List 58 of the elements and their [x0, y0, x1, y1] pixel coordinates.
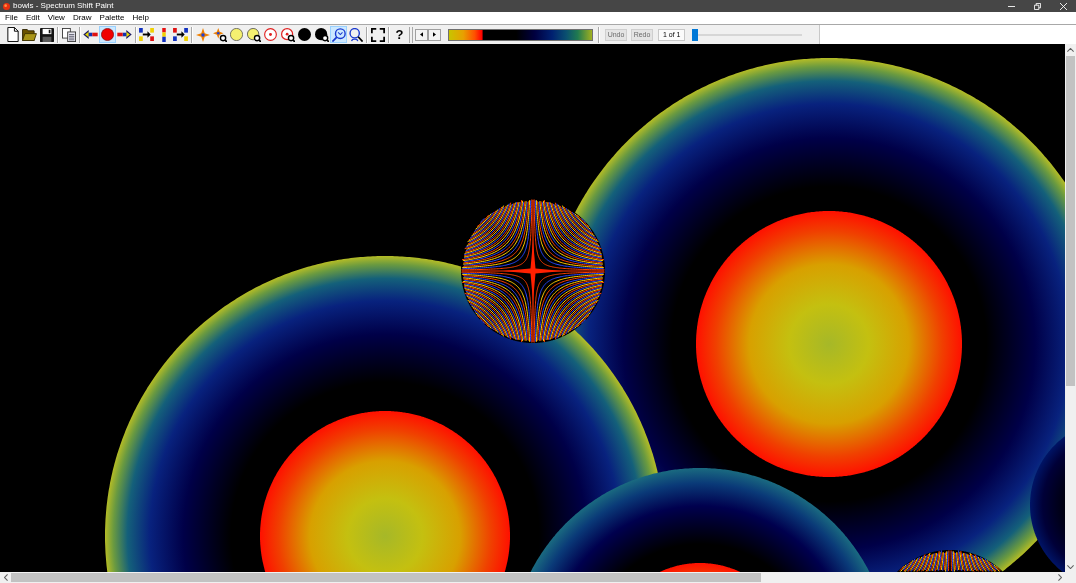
target-magnifier-icon — [280, 27, 295, 42]
scrollbar-thumb[interactable] — [11, 573, 761, 582]
circle-icon — [101, 28, 114, 41]
crosshair-zoom-button[interactable] — [211, 26, 228, 43]
help-button[interactable]: ? — [391, 26, 408, 43]
left-arrow-icon — [83, 30, 98, 39]
menu-item[interactable]: Help — [128, 12, 153, 24]
crosshair-icon — [195, 27, 210, 42]
scrollbar-thumb[interactable] — [1066, 56, 1075, 386]
new-file-button[interactable] — [4, 26, 21, 43]
shift-right-button[interactable] — [172, 26, 189, 43]
minimize-icon — [1007, 5, 1015, 7]
step-right-button[interactable] — [428, 28, 441, 41]
filled-circle-magnifier-icon — [314, 27, 329, 42]
folder-icon — [22, 28, 37, 41]
circle-magnifier-icon — [246, 27, 261, 42]
dot-zoom-button[interactable] — [313, 26, 330, 43]
circle-zoom-button[interactable] — [245, 26, 262, 43]
target-tool-button[interactable] — [262, 26, 279, 43]
bar-icon — [161, 27, 166, 42]
slider-thumb[interactable] — [692, 28, 698, 41]
magnifier-icon — [331, 27, 346, 42]
filled-circle-icon — [298, 28, 311, 41]
crosshair-magnifier-icon — [212, 27, 227, 42]
zoom-fit-button[interactable] — [347, 26, 364, 43]
target-icon — [264, 28, 277, 41]
zoom-button[interactable] — [330, 26, 347, 43]
window-title: bowls - Spectrum Shift Paint — [13, 2, 114, 10]
menu-item[interactable]: View — [43, 12, 69, 24]
document-icon — [6, 27, 19, 42]
chevron-down-icon — [1067, 564, 1074, 569]
chevron-left-icon — [3, 574, 8, 581]
chevron-up-icon — [1067, 47, 1074, 52]
menu-item[interactable]: Palette — [95, 12, 129, 24]
record-button[interactable] — [99, 26, 116, 43]
circle-icon — [230, 28, 243, 41]
magnifier-icon — [348, 27, 363, 42]
step-left-button[interactable] — [415, 28, 428, 41]
menu-item[interactable]: File — [1, 12, 22, 24]
save-button[interactable] — [38, 26, 55, 43]
menu-item[interactable]: Draw — [68, 12, 96, 24]
triangle-icon — [420, 32, 423, 37]
dot-tool-button[interactable] — [296, 26, 313, 43]
shift-left-button[interactable] — [138, 26, 155, 43]
close-icon — [1059, 2, 1067, 10]
corners-icon — [370, 27, 385, 42]
triangle-icon — [433, 32, 436, 37]
blocks-arrow-icon — [139, 28, 154, 41]
menu-item[interactable]: Edit — [21, 12, 44, 24]
open-file-button[interactable] — [21, 26, 38, 43]
right-arrow-icon — [117, 30, 132, 39]
fullscreen-button[interactable] — [369, 26, 386, 43]
target-zoom-button[interactable] — [279, 26, 296, 43]
restore-icon — [1033, 2, 1041, 10]
copy-button[interactable] — [60, 26, 77, 43]
app-icon — [3, 2, 10, 10]
blocks-arrow-icon — [173, 28, 188, 41]
chevron-right-icon — [1057, 574, 1062, 581]
